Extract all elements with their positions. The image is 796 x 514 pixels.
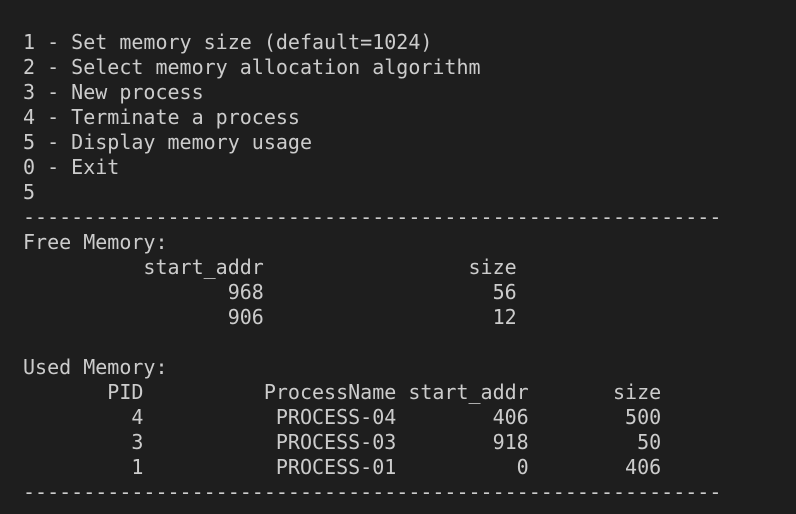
free-memory-heading: Free Memory:	[23, 230, 168, 254]
menu-item-display-memory: 5 - Display memory usage	[23, 130, 312, 154]
separator-top: ----------------------------------------…	[23, 205, 722, 229]
menu-item-exit: 0 - Exit	[23, 155, 120, 179]
used-memory-row: 4 PROCESS-04 406 500	[23, 405, 662, 429]
used-memory-row: 1 PROCESS-01 0 406	[23, 455, 662, 479]
free-memory-row: 906 12	[23, 305, 517, 329]
used-memory-heading: Used Memory:	[23, 355, 168, 379]
free-memory-header-row: start_addr size	[23, 255, 517, 279]
menu-item-new-process: 3 - New process	[23, 80, 204, 104]
menu-item-terminate-process: 4 - Terminate a process	[23, 105, 300, 129]
menu-item-select-algorithm: 2 - Select memory allocation algorithm	[23, 55, 481, 79]
user-input-line: 5	[23, 180, 36, 204]
menu-item-set-memory-size: 1 - Set memory size (default=1024)	[23, 30, 433, 54]
separator-bottom: ----------------------------------------…	[23, 480, 722, 504]
free-memory-row: 968 56	[23, 280, 517, 304]
terminal-window[interactable]: 1 - Set memory size (default=1024) 2 - S…	[0, 0, 796, 514]
used-memory-row: 3 PROCESS-03 918 50	[23, 430, 662, 454]
used-memory-header-row: PID ProcessName start_addr size	[23, 380, 662, 404]
